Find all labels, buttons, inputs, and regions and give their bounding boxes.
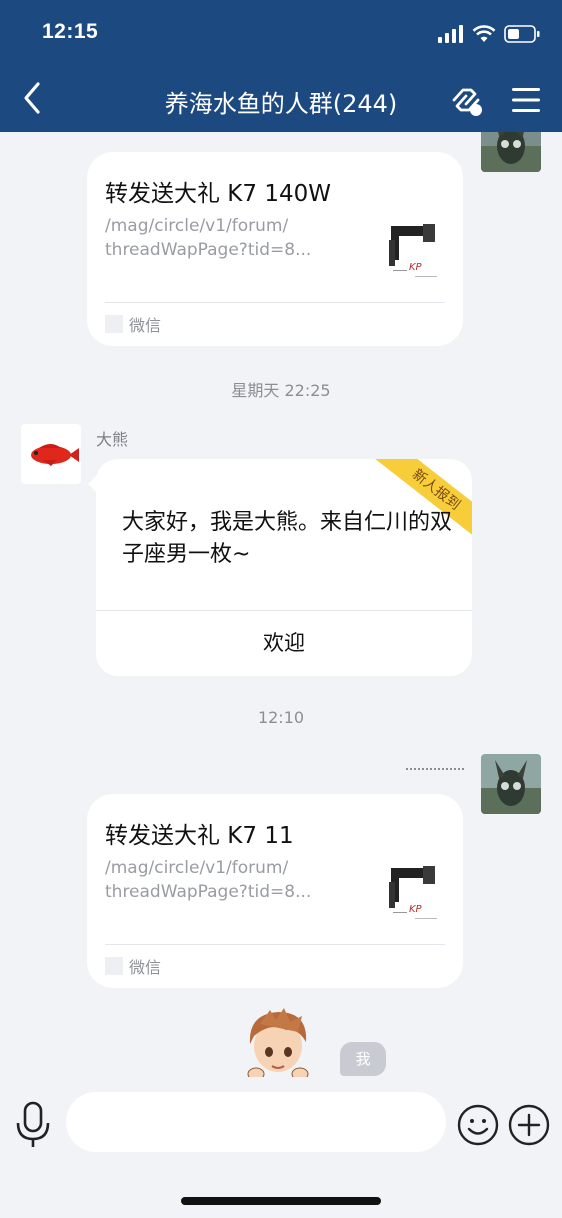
card-description: /mag/circle/v1/forum/ threadWapPage?tid=…: [105, 216, 312, 260]
card-source: 微信: [105, 954, 161, 978]
status-icons: [438, 24, 540, 44]
wechat-icon: [105, 957, 123, 975]
svg-text:KP: KP: [409, 904, 423, 915]
card-description: /mag/circle/v1/forum/ threadWapPage?tid=…: [105, 858, 312, 902]
sender-name: 大熊: [96, 430, 129, 449]
sending-indicator: [406, 768, 464, 770]
microphone-icon[interactable]: [14, 1101, 52, 1149]
menu-icon[interactable]: [510, 84, 542, 116]
time-divider: 12:10: [257, 708, 305, 727]
signal-icon: [438, 25, 463, 43]
me-tag: 我: [340, 1042, 386, 1076]
card-source: 微信: [105, 312, 161, 336]
card-title: 转发送大礼 K7 11: [105, 823, 294, 849]
card-title: 转发送大礼 K7 140W: [105, 181, 331, 207]
wifi-icon: [472, 25, 496, 42]
battery-icon: [504, 25, 540, 43]
status-time: 12:15: [42, 20, 99, 43]
emoji-icon[interactable]: [457, 1104, 499, 1146]
card-thumbnail: KP: [379, 860, 443, 926]
home-indicator: [181, 1197, 381, 1205]
time-divider: 星期天 22:25: [231, 381, 331, 400]
welcome-button[interactable]: 欢迎: [96, 611, 472, 676]
sender-avatar[interactable]: [21, 424, 81, 484]
chat-list[interactable]: 转发送大礼 K7 140W /mag/circle/v1/forum/ thre…: [0, 132, 562, 1077]
card-thumbnail: KP: [379, 218, 443, 284]
cartoon-avatar: [247, 1008, 309, 1077]
link-card[interactable]: 转发送大礼 K7 11 /mag/circle/v1/forum/ thread…: [87, 794, 463, 988]
link-card[interactable]: 转发送大礼 K7 140W /mag/circle/v1/forum/ thre…: [87, 152, 463, 346]
my-avatar[interactable]: [481, 754, 541, 814]
welcome-message: 大家好，我是大熊。来自仁川的双子座男一枚~: [122, 510, 453, 567]
wechat-icon: [105, 315, 123, 333]
add-icon[interactable]: [508, 1104, 550, 1146]
share-link-button[interactable]: [446, 80, 486, 120]
message-input[interactable]: [66, 1092, 446, 1152]
svg-text:KP: KP: [409, 262, 423, 273]
top-bar: 12:15 养海水鱼的人群(244): [0, 0, 562, 132]
my-avatar[interactable]: [481, 132, 541, 172]
welcome-card: 新人报到 大家好，我是大熊。来自仁川的双子座男一枚~ 欢迎: [96, 459, 472, 676]
